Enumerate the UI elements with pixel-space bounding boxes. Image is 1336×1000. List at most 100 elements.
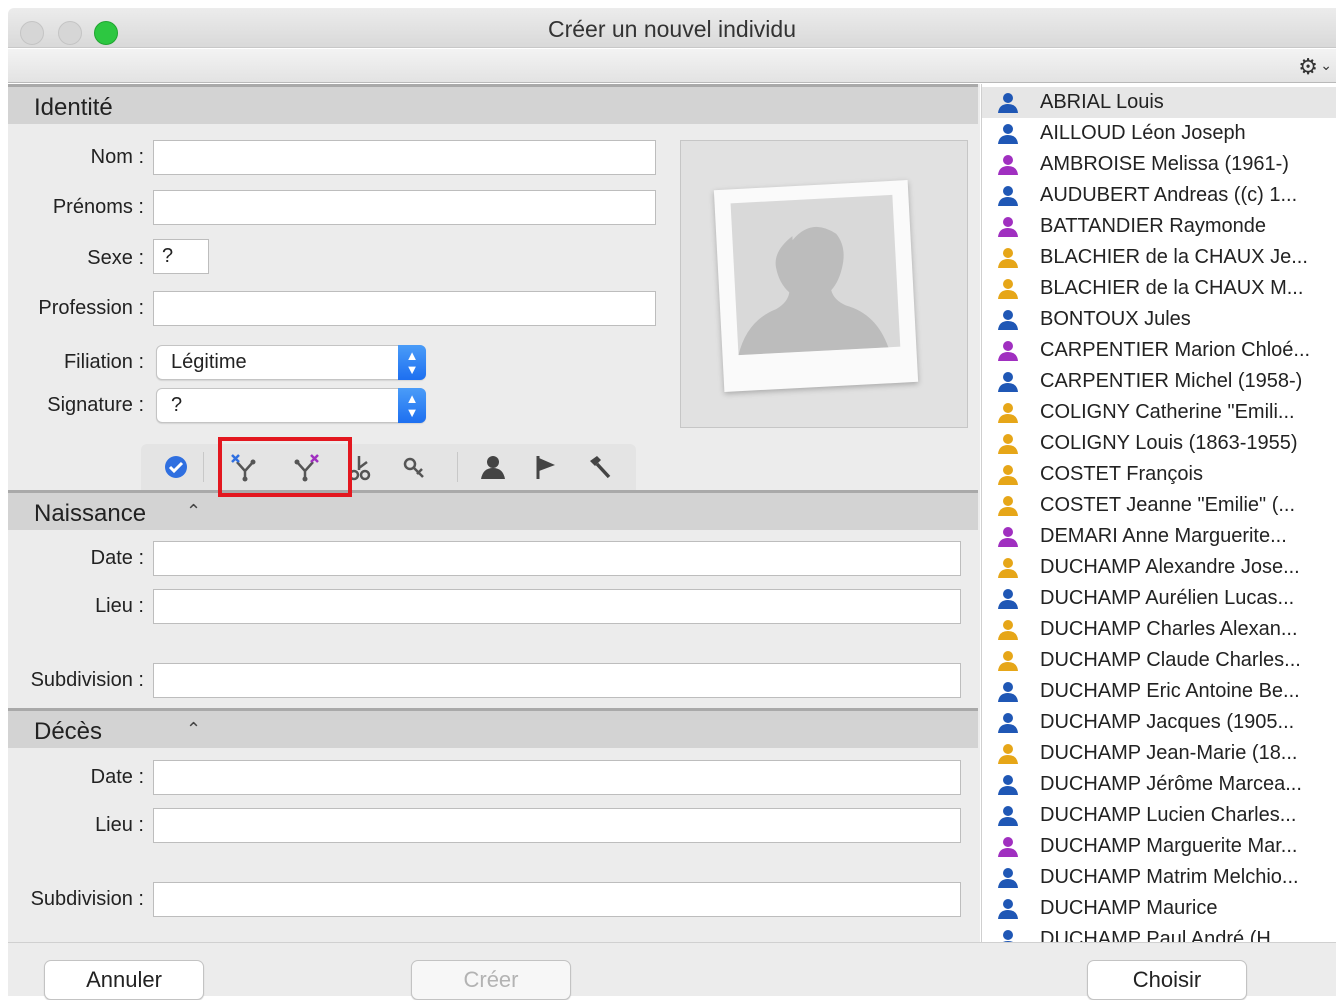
person-list-item[interactable]: COSTET François xyxy=(982,459,1336,490)
person-list-item[interactable]: COLIGNY Louis (1863-1955) xyxy=(982,428,1336,459)
person-list-item[interactable]: DUCHAMP Paul André (H... xyxy=(982,924,1336,942)
person-list-item[interactable]: BATTANDIER Raymonde xyxy=(982,211,1336,242)
naissance-lieu-field[interactable] xyxy=(153,589,961,624)
person-list-item[interactable]: CARPENTIER Michel (1958-) xyxy=(982,366,1336,397)
person-list-item[interactable]: BONTOUX Jules xyxy=(982,304,1336,335)
deces-date-field[interactable] xyxy=(153,760,961,795)
person-icon xyxy=(996,867,1020,889)
person-list-item[interactable]: DUCHAMP Jacques (1905... xyxy=(982,707,1336,738)
deces-subdivision-field[interactable] xyxy=(153,882,961,917)
updown-chevron-icon[interactable]: ⌃ xyxy=(186,501,201,522)
person-list-item[interactable]: COLIGNY Catherine "Emili... xyxy=(982,397,1336,428)
person-name: DEMARI Anne Marguerite... xyxy=(1040,525,1287,547)
person-name: DUCHAMP Jacques (1905... xyxy=(1040,711,1295,733)
person-icon xyxy=(996,340,1020,362)
person-list-item[interactable]: DUCHAMP Charles Alexan... xyxy=(982,614,1336,645)
naissance-subdivision-field[interactable] xyxy=(153,663,961,698)
person-list-item[interactable]: DEMARI Anne Marguerite... xyxy=(982,521,1336,552)
naissance-header-label: Naissance xyxy=(34,500,147,527)
person-icon xyxy=(996,619,1020,641)
create-button[interactable]: Créer xyxy=(411,960,571,1000)
person-list-item[interactable]: DUCHAMP Marguerite Mar... xyxy=(982,831,1336,862)
silhouette-icon xyxy=(730,194,901,356)
person-list-item[interactable]: AUDUBERT Andreas ((c) 1... xyxy=(982,180,1336,211)
prenoms-field[interactable] xyxy=(153,190,656,225)
person-list-item[interactable]: DUCHAMP Lucien Charles... xyxy=(982,800,1336,831)
toolbar-strip: ⚙ ⌄ xyxy=(8,49,1336,83)
flag-icon[interactable] xyxy=(533,454,559,480)
person-list-item[interactable]: DUCHAMP Matrim Melchio... xyxy=(982,862,1336,893)
person-icon xyxy=(996,495,1020,517)
naissance-lieu-label: Lieu : xyxy=(95,595,144,617)
signature-value: ? xyxy=(171,394,183,416)
person-name: DUCHAMP Matrim Melchio... xyxy=(1040,866,1299,888)
person-list-item[interactable]: DUCHAMP Jean-Marie (18... xyxy=(982,738,1336,769)
updown-chevron-icon[interactable]: ⌃ xyxy=(186,719,201,740)
person-list-item[interactable]: ABRIAL Louis xyxy=(982,87,1336,118)
person-name: DUCHAMP Jean-Marie (18... xyxy=(1040,742,1298,764)
person-icon xyxy=(996,650,1020,672)
deces-header-label: Décès xyxy=(34,718,103,745)
signature-label: Signature : xyxy=(47,394,144,416)
person-list-item[interactable]: COSTET Jeanne "Emilie" (... xyxy=(982,490,1336,521)
naissance-date-label: Date : xyxy=(90,547,144,569)
person-list-item[interactable]: DUCHAMP Eric Antoine Be... xyxy=(982,676,1336,707)
person-icon xyxy=(996,433,1020,455)
person-name: DUCHAMP Marguerite Mar... xyxy=(1040,835,1298,857)
person-list-item[interactable]: CARPENTIER Marion Chloé... xyxy=(982,335,1336,366)
person-icon xyxy=(996,123,1020,145)
hammer-icon[interactable] xyxy=(587,454,613,480)
photo-dropzone[interactable] xyxy=(680,140,968,428)
person-icon xyxy=(996,557,1020,579)
person-icon xyxy=(996,185,1020,207)
window-titlebar: Créer un nouvel individu xyxy=(8,8,1336,48)
highlight-box xyxy=(218,437,352,497)
person-icon xyxy=(996,681,1020,703)
person-icon xyxy=(996,371,1020,393)
deces-lieu-field[interactable] xyxy=(153,808,961,843)
sexe-field[interactable]: ? xyxy=(153,239,209,274)
profession-label: Profession : xyxy=(38,297,144,319)
person-list-item[interactable]: DUCHAMP Claude Charles... xyxy=(982,645,1336,676)
person-icon xyxy=(996,92,1020,114)
person-list-item[interactable]: AMBROISE Melissa (1961-) xyxy=(982,149,1336,180)
person-name: DUCHAMP Claude Charles... xyxy=(1040,649,1301,671)
photo-placeholder xyxy=(713,180,919,392)
nom-field[interactable] xyxy=(153,140,656,175)
chevron-down-icon[interactable]: ⌄ xyxy=(1320,57,1332,74)
cancel-button[interactable]: Annuler xyxy=(44,960,204,1000)
person-name: COLIGNY Catherine "Emili... xyxy=(1040,401,1295,423)
updown-arrows-icon: ▲ ▼ xyxy=(398,345,426,380)
separator xyxy=(457,452,458,482)
deces-section-header[interactable]: Décès ⌃ xyxy=(8,708,978,748)
person-name: COLIGNY Louis (1863-1955) xyxy=(1040,432,1298,454)
window-title: Créer un nouvel individu xyxy=(547,16,797,42)
person-icon[interactable] xyxy=(479,454,505,480)
person-list-item[interactable]: DUCHAMP Jérôme Marcea... xyxy=(982,769,1336,800)
filiation-value: Légitime xyxy=(171,351,247,373)
people-list[interactable]: ABRIAL Louis AILLOUD Léon Joseph AMBROISE … xyxy=(981,84,1336,942)
prenoms-label: Prénoms : xyxy=(52,196,144,218)
check-icon[interactable] xyxy=(163,454,189,480)
gear-icon[interactable]: ⚙ xyxy=(1298,54,1318,80)
filiation-select[interactable]: Légitime ▲ ▼ xyxy=(156,345,426,380)
person-list-item[interactable]: BLACHIER de la CHAUX M... xyxy=(982,273,1336,304)
choose-button[interactable]: Choisir xyxy=(1087,960,1247,1000)
person-icon xyxy=(996,929,1020,942)
person-name: DUCHAMP Lucien Charles... xyxy=(1040,804,1297,826)
person-name: CARPENTIER Michel (1958-) xyxy=(1040,370,1303,392)
person-list-item[interactable]: BLACHIER de la CHAUX Je... xyxy=(982,242,1336,273)
naissance-date-field[interactable] xyxy=(153,541,961,576)
profession-field[interactable] xyxy=(153,291,656,326)
person-list-item[interactable]: DUCHAMP Maurice xyxy=(982,893,1336,924)
person-icon xyxy=(996,402,1020,424)
unlink-icon[interactable] xyxy=(401,454,427,480)
person-list-item[interactable]: DUCHAMP Alexandre Jose... xyxy=(982,552,1336,583)
person-list-item[interactable]: AILLOUD Léon Joseph xyxy=(982,118,1336,149)
person-name: BLACHIER de la CHAUX Je... xyxy=(1040,246,1308,268)
person-name: DUCHAMP Paul André (H... xyxy=(1040,928,1288,942)
person-list-item[interactable]: DUCHAMP Aurélien Lucas... xyxy=(982,583,1336,614)
signature-select[interactable]: ? ▲ ▼ xyxy=(156,388,426,423)
naissance-section-header[interactable]: Naissance ⌃ xyxy=(8,490,978,530)
separator xyxy=(203,452,204,482)
